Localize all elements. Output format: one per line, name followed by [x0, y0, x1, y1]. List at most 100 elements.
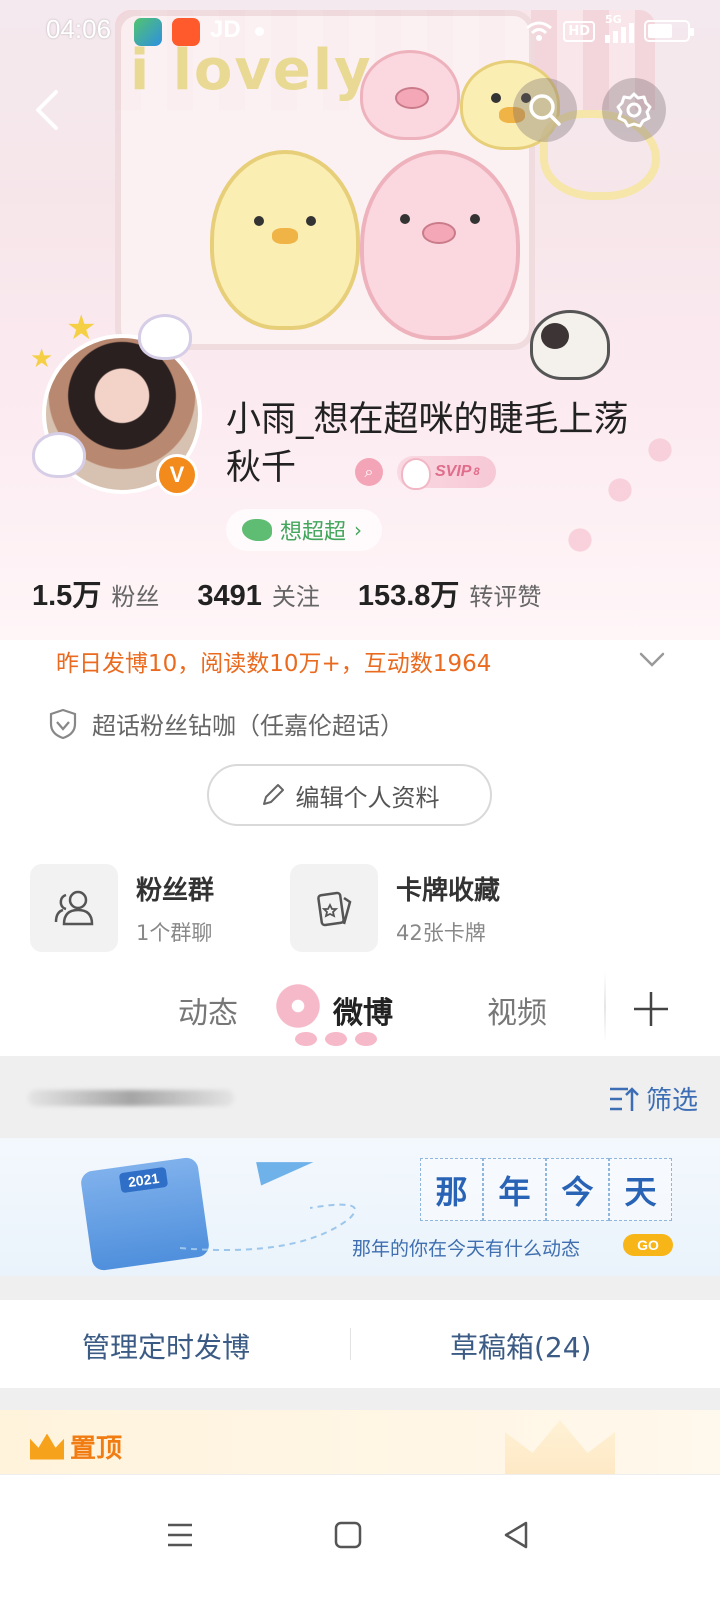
- notification-dot: [255, 27, 264, 36]
- edit-profile-button[interactable]: 编辑个人资料: [207, 764, 492, 826]
- card-title: 粉丝群: [136, 875, 215, 906]
- stat-interactions[interactable]: 153.8万 转评赞: [358, 572, 542, 614]
- kuaishou-app-icon: [172, 18, 200, 46]
- member-search-icon[interactable]: ⌕: [355, 458, 383, 486]
- title-char: 年: [483, 1158, 546, 1221]
- crown-watermark: [505, 1420, 615, 1474]
- title-char: 天: [609, 1158, 672, 1221]
- title-char: 今: [546, 1158, 609, 1221]
- card-icon-box: [290, 864, 378, 952]
- search-button[interactable]: [513, 78, 577, 142]
- super-topic-tag[interactable]: 想超超 ›: [226, 509, 383, 551]
- crown-icon: [30, 1433, 64, 1460]
- hd-badge: HD: [563, 20, 595, 42]
- chevron-left-icon: [36, 90, 58, 130]
- filter-label: 筛选: [645, 1086, 698, 1116]
- verified-badge: V: [156, 454, 198, 496]
- super-topic-label: 想超超: [280, 520, 347, 545]
- go-button[interactable]: GO: [623, 1234, 673, 1256]
- stat-followers[interactable]: 1.5万 粉丝: [32, 572, 159, 614]
- tab-divider: [604, 972, 606, 1042]
- search-icon: [529, 94, 561, 126]
- stat-following[interactable]: 3491 关注: [197, 577, 320, 613]
- profile-cards: 粉丝群 1个群聊 卡牌收藏 42张卡牌: [30, 864, 690, 952]
- section-gap: [0, 1388, 720, 1410]
- blossom-decoration: [560, 520, 600, 560]
- eye: [254, 216, 264, 226]
- back-button[interactable]: [26, 88, 70, 132]
- chevron-down-icon[interactable]: [638, 650, 666, 670]
- filter-icon: [609, 1086, 639, 1111]
- status-carrier-label: JD: [210, 16, 241, 43]
- home-icon[interactable]: [328, 1515, 368, 1555]
- card-title: 卡牌收藏: [396, 875, 501, 906]
- scheduled-posts-button[interactable]: 管理定时发博: [82, 1326, 250, 1366]
- stat-value: 3491: [197, 580, 262, 612]
- on-this-day-banner[interactable]: 2021 那 年 今 天 那年的你在今天有什么动态 GO: [0, 1138, 720, 1276]
- tab-weibo[interactable]: 微博: [333, 988, 393, 1032]
- signal-icon: 5G: [605, 13, 634, 43]
- star-decoration: ★: [30, 344, 54, 374]
- pig-snout: [395, 87, 429, 109]
- card-subtitle: 1个群聊: [136, 920, 213, 945]
- star-decoration: ★: [66, 308, 97, 348]
- drafts-button[interactable]: 草稿箱(24): [450, 1326, 591, 1366]
- eye: [306, 216, 316, 226]
- svip-label: SVIP: [435, 463, 472, 480]
- eye: [400, 214, 410, 224]
- fan-group-card[interactable]: 粉丝群 1个群聊: [30, 864, 214, 952]
- tab-feed[interactable]: 动态: [178, 988, 238, 1032]
- users-icon: [54, 890, 94, 926]
- menu-icon[interactable]: [160, 1515, 200, 1555]
- status-time: 04:06: [46, 14, 112, 44]
- eye: [470, 214, 480, 224]
- shield-icon: [49, 708, 77, 739]
- back-triangle-icon[interactable]: [496, 1515, 536, 1555]
- chevron-right-icon: ›: [354, 518, 363, 542]
- status-right-icons: HD 5G: [525, 13, 694, 46]
- pig-illustration: [360, 150, 520, 340]
- card-subtitle: 42张卡牌: [396, 920, 486, 945]
- super-fan-level[interactable]: 超话粉丝钻咖（任嘉伦超话）: [48, 706, 404, 741]
- filter-bar: 筛选: [0, 1056, 720, 1138]
- post-management-bar: 管理定时发博 草稿箱(24): [0, 1300, 720, 1388]
- network-type-label: 5G: [605, 13, 622, 26]
- on-this-day-title: 那 年 今 天: [420, 1158, 672, 1221]
- profile-stats: 1.5万 粉丝 3491 关注 153.8万 转评赞: [32, 572, 579, 616]
- cat-frame-decoration: [32, 432, 86, 478]
- cat-frame-decoration: [138, 314, 192, 360]
- hamster-sticker: [530, 310, 610, 380]
- pig-snout: [422, 222, 456, 244]
- gear-icon: [616, 92, 652, 128]
- svip-badge[interactable]: SVIP 8: [397, 456, 496, 490]
- title-char: 那: [420, 1158, 483, 1221]
- battery-icon: [644, 20, 694, 42]
- on-this-day-subtitle: 那年的你在今天有什么动态: [352, 1238, 581, 1260]
- chick-illustration: [210, 150, 360, 330]
- settings-button[interactable]: [602, 78, 666, 142]
- stat-value: 1.5万: [32, 580, 102, 612]
- pinned-text: 置顶: [70, 1434, 123, 1464]
- section-gap: [0, 1276, 720, 1300]
- system-navigation-bar: [0, 1474, 720, 1612]
- eye: [491, 93, 501, 103]
- card-collection-card[interactable]: 卡牌收藏 42张卡牌: [290, 864, 500, 952]
- stat-label: 关注: [271, 583, 320, 611]
- petal-decoration: [295, 1032, 385, 1054]
- profile-tabs: 动态 微博 视频: [0, 960, 720, 1056]
- blossom-icon: [272, 980, 324, 1032]
- plus-icon[interactable]: [632, 990, 670, 1028]
- daily-summary[interactable]: 昨日发博10，阅读数10万+，互动数1964: [56, 644, 491, 678]
- super-fan-label: 超话粉丝钻咖（任嘉伦超话）: [92, 712, 404, 740]
- edit-profile-label: 编辑个人资料: [295, 783, 440, 812]
- status-bar: 04:06 JD HD 5G: [0, 0, 720, 64]
- super-topic-icon: [242, 519, 272, 541]
- stat-value: 153.8万: [357, 580, 460, 612]
- username-badges: ⌕ SVIP 8: [355, 456, 496, 490]
- tab-video[interactable]: 视频: [487, 988, 547, 1032]
- avatar-frame[interactable]: ★ ★ V: [26, 308, 216, 510]
- beak: [272, 228, 298, 244]
- card-icon-box: [30, 864, 118, 952]
- filter-button[interactable]: 筛选: [608, 1080, 698, 1117]
- pinned-post-header: 置顶: [0, 1410, 720, 1474]
